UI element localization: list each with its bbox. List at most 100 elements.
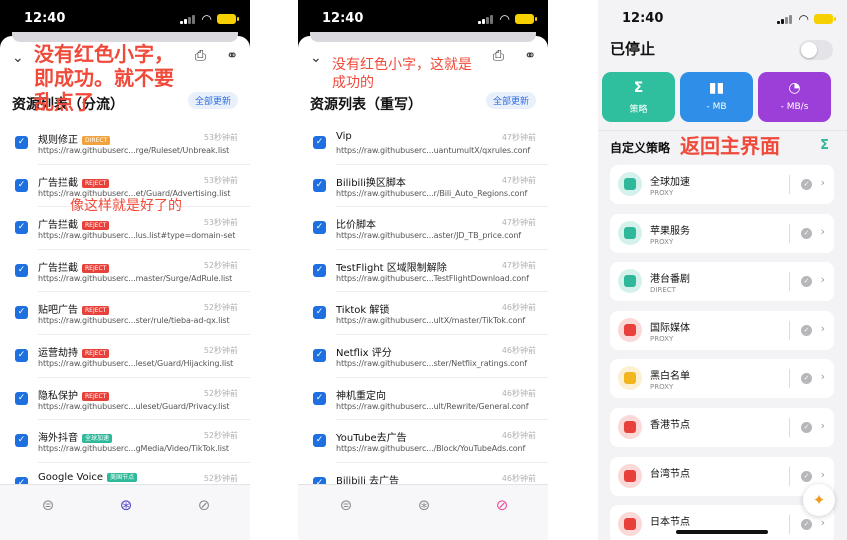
policy-flag-icon <box>618 220 642 245</box>
chevron-right-icon[interactable]: › <box>821 225 825 238</box>
chevron-right-icon[interactable]: › <box>821 273 825 286</box>
check-circle-icon[interactable]: ✓ <box>801 470 812 482</box>
tab-rules-icon[interactable]: ⊜ <box>38 495 58 515</box>
checkbox-checked-icon[interactable]: ✓ <box>313 348 326 362</box>
sheet-handle[interactable] <box>12 32 238 42</box>
list-item[interactable]: ✓ 比价脚本 https://raw.githubuserc...aster/JD_… <box>298 207 548 250</box>
checkbox-checked-icon[interactable]: ✓ <box>15 178 28 192</box>
chevron-down-icon[interactable]: ⌄ <box>12 50 24 66</box>
file-add-icon[interactable]: ⎙ <box>493 48 504 64</box>
check-circle-icon[interactable]: ✓ <box>801 179 812 190</box>
stat-tile[interactable]: ◔ - MB/s <box>758 72 831 122</box>
list-item[interactable]: ✓ 隐私保护 REJECT https://raw.githubuserc...ule… <box>0 378 250 421</box>
chevron-right-icon[interactable]: › <box>821 322 825 335</box>
list-item[interactable]: ✓ 运营劫持 REJECT https://raw.githubuserc...les… <box>0 335 250 378</box>
policy-name: 香港节点 <box>650 419 690 431</box>
update-all-button[interactable]: 全部更新 <box>485 92 536 109</box>
chevron-right-icon[interactable]: › <box>821 468 825 481</box>
sheet-handle[interactable] <box>310 32 536 42</box>
wifi-icon: ◠ <box>201 12 212 26</box>
list-item[interactable]: ✓ 贴吧广告 REJECT https://raw.githubuserc...ste… <box>0 292 250 335</box>
checkbox-checked-icon[interactable]: ✓ <box>15 434 28 448</box>
checkbox-checked-icon[interactable]: ✓ <box>15 391 28 405</box>
resource-name: 广告拦截 REJECT <box>38 216 110 231</box>
resource-url: https://raw.githubuserc...leset/Guard/Hi… <box>38 358 234 368</box>
chevron-right-icon[interactable]: › <box>821 370 825 383</box>
tile-label: - MB <box>706 102 727 112</box>
checkbox-checked-icon[interactable]: ✓ <box>15 306 28 320</box>
file-add-icon[interactable]: ⎙ <box>195 48 206 64</box>
tab-rewrite-icon[interactable]: ⊘ <box>492 495 512 515</box>
policy-item[interactable]: 港台番剧 DIRECT ✓ › <box>610 262 834 302</box>
page-title: 资源列表（重写） <box>310 97 422 113</box>
list-item[interactable]: ✓ Netflix 评分 https://raw.githubuserc...ste… <box>298 335 548 378</box>
checkbox-checked-icon[interactable]: ✓ <box>15 348 28 362</box>
list-item[interactable]: ✓ Bilibili换区脚本 https://raw.githubuserc...r… <box>298 165 548 208</box>
checkbox-checked-icon[interactable]: ✓ <box>313 434 326 448</box>
check-circle-icon[interactable]: ✓ <box>801 373 812 385</box>
checkbox-checked-icon[interactable]: ✓ <box>313 306 326 320</box>
resource-url: https://raw.githubuserc...rge/Ruleset/Un… <box>38 146 230 155</box>
chevron-right-icon[interactable]: › <box>821 419 825 432</box>
resource-name-text: YouTube去广告 <box>336 433 407 445</box>
resource-list: ✓ Vip https://raw.githubuserc...uantumultX… <box>298 122 548 505</box>
checkbox-checked-icon[interactable]: ✓ <box>313 263 326 277</box>
tab-split-icon[interactable]: ⊛ <box>116 495 136 515</box>
floating-action-icon[interactable]: ✦ <box>803 484 835 516</box>
policy-item[interactable]: 全球加速 PROXY ✓ › <box>610 165 834 204</box>
tab-rewrite-icon[interactable]: ⊘ <box>194 495 214 515</box>
check-circle-icon[interactable]: ✓ <box>801 519 812 531</box>
link-icon[interactable]: ⚭ <box>524 48 536 64</box>
resource-name-text: 神机重定向 <box>336 390 386 402</box>
checkbox-checked-icon[interactable]: ✓ <box>15 136 28 149</box>
policy-item[interactable]: 日本节点 ✓ › <box>610 505 834 540</box>
annotation-success-note: 没有红色小字，这就是 成功的 <box>332 57 472 91</box>
policy-item[interactable]: 苹果服务 PROXY ✓ › <box>610 213 834 253</box>
resource-url: https://raw.githubuserc...r/Bili_Auto_Re… <box>336 188 528 198</box>
checkbox-checked-icon[interactable]: ✓ <box>313 221 326 235</box>
check-circle-icon[interactable]: ✓ <box>801 227 812 239</box>
stat-tile[interactable]: ▮▮ - MB <box>680 72 753 122</box>
resource-name-text: 海外抖音 <box>38 433 78 445</box>
chevron-right-icon[interactable]: › <box>821 176 825 189</box>
list-item[interactable]: ✓ 海外抖音 全球加速 https://raw.githubuserc...gMedi… <box>0 420 250 463</box>
stat-tile[interactable]: Σ 策略 <box>602 72 675 122</box>
resource-name: 广告拦截 REJECT <box>38 259 110 274</box>
policy-sigma-icon[interactable]: Σ <box>820 138 829 153</box>
list-item[interactable]: ✓ Vip https://raw.githubuserc...uantumultX… <box>298 122 548 165</box>
status-bar: 12:40 ◠ <box>598 0 847 38</box>
updated-time: 52秒钟前 <box>203 431 238 441</box>
check-circle-icon[interactable]: ✓ <box>801 276 812 288</box>
checkbox-checked-icon[interactable]: ✓ <box>313 136 326 149</box>
update-all-button[interactable]: 全部更新 <box>187 92 238 109</box>
tab-split-icon[interactable]: ⊛ <box>414 495 434 515</box>
list-item[interactable]: ✓ YouTube去广告 https://raw.githubuserc.../Bl… <box>298 420 548 463</box>
chevron-right-icon[interactable]: › <box>821 516 825 529</box>
tab-rules-icon[interactable]: ⊜ <box>336 495 356 515</box>
battery-icon <box>515 14 537 24</box>
checkbox-checked-icon[interactable]: ✓ <box>15 263 28 277</box>
resource-name-text: 广告拦截 <box>38 177 78 189</box>
policy-badge: 美国节点 <box>107 472 138 482</box>
policy-item[interactable]: 台湾节点 ✓ › <box>610 456 834 496</box>
list-item[interactable]: ✓ 规则修正 DIRECT https://raw.githubuserc...rge… <box>0 122 250 165</box>
policy-item[interactable]: 香港节点 ✓ › <box>610 407 834 447</box>
list-item[interactable]: ✓ TestFlight 区域限制解除 https://raw.githubuser… <box>298 250 548 293</box>
check-circle-icon[interactable]: ✓ <box>801 421 812 433</box>
check-circle-icon[interactable]: ✓ <box>801 324 812 336</box>
list-item[interactable]: ✓ Tiktok 解锁 https://raw.githubuserc...ultX… <box>298 292 548 335</box>
list-item[interactable]: ✓ 神机重定向 https://raw.githubuserc...ult/Rewr… <box>298 378 548 421</box>
section-title: 自定义策略 <box>610 141 671 155</box>
updated-time: 47秒钟前 <box>501 175 536 185</box>
policy-badge: REJECT <box>82 221 110 231</box>
policy-item[interactable]: 黑白名单 PROXY ✓ › <box>610 359 834 399</box>
vpn-toggle[interactable] <box>799 40 833 60</box>
checkbox-checked-icon[interactable]: ✓ <box>313 178 326 192</box>
checkbox-checked-icon[interactable]: ✓ <box>15 221 28 235</box>
tile-label: - MB/s <box>780 102 809 112</box>
chevron-down-icon[interactable]: ⌄ <box>310 50 322 66</box>
policy-item[interactable]: 国际媒体 PROXY ✓ › <box>610 310 834 350</box>
link-icon[interactable]: ⚭ <box>226 48 238 64</box>
checkbox-checked-icon[interactable]: ✓ <box>313 391 326 405</box>
list-item[interactable]: ✓ 广告拦截 REJECT https://raw.githubuserc...mas… <box>0 250 250 293</box>
